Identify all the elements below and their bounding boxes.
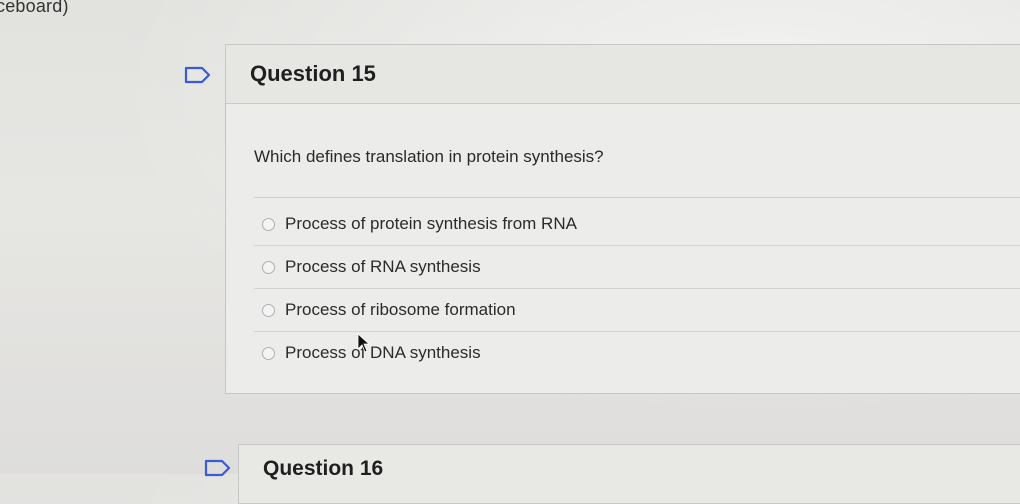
radio-button[interactable] <box>262 303 275 317</box>
answer-option-3[interactable]: Process of ribosome formation <box>254 289 1020 332</box>
question-card-next: Question 16 <box>238 444 1020 504</box>
answer-option-1[interactable]: Process of protein synthesis from RNA <box>254 203 1020 246</box>
answer-label: Process of DNA synthesis <box>285 343 481 362</box>
answer-label: Process of protein synthesis from RNA <box>285 214 577 233</box>
radio-button[interactable] <box>262 346 275 360</box>
question-body: Which defines translation in protein syn… <box>226 147 1020 374</box>
question-card: Question 15 Which defines translation in… <box>225 44 1020 394</box>
question-header: Question 15 <box>226 45 1020 104</box>
breadcrumb[interactable]: ceboard) <box>0 0 69 17</box>
divider <box>254 197 1020 198</box>
answer-label: Process of ribosome formation <box>285 300 516 319</box>
question-title: Question 16 <box>263 457 384 480</box>
question-title: Question 15 <box>250 61 376 86</box>
flag-question-icon[interactable] <box>204 459 232 477</box>
mouse-pointer-icon <box>357 333 371 353</box>
flag-question-icon[interactable] <box>184 66 212 84</box>
radio-button[interactable] <box>262 217 275 231</box>
question-text: Which defines translation in protein syn… <box>254 147 604 166</box>
answer-label: Process of RNA synthesis <box>285 257 481 276</box>
radio-button[interactable] <box>262 260 275 274</box>
answer-option-2[interactable]: Process of RNA synthesis <box>254 246 1020 289</box>
